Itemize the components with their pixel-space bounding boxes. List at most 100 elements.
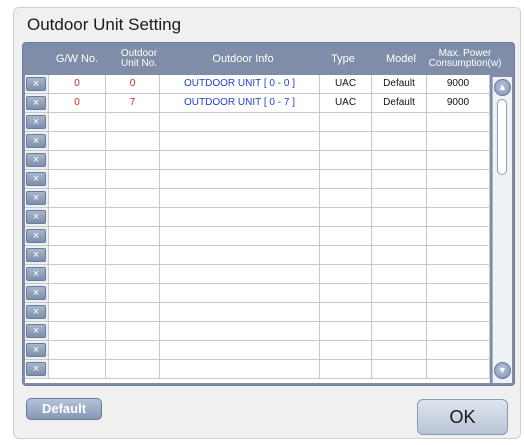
delete-row-button[interactable]: × xyxy=(26,267,46,281)
cell-model xyxy=(372,265,427,283)
delete-row-button[interactable]: × xyxy=(26,210,46,224)
delete-row-button[interactable]: × xyxy=(26,362,46,376)
delete-cell: × xyxy=(25,132,49,150)
cell-outdoor-info xyxy=(160,246,320,264)
cell-outdoor-unit-no xyxy=(106,303,160,321)
chevron-up-icon[interactable]: ▲ xyxy=(494,79,511,96)
cell-gw-no xyxy=(49,208,106,226)
cell-outdoor-unit-no xyxy=(106,265,160,283)
cell-type xyxy=(320,170,372,188)
table-row[interactable]: × xyxy=(25,208,490,227)
delete-cell: × xyxy=(25,227,49,245)
cell-model xyxy=(372,132,427,150)
cell-max-power xyxy=(427,322,490,340)
table-row[interactable]: × xyxy=(25,170,490,189)
close-icon: × xyxy=(32,211,40,223)
table-row[interactable]: × xyxy=(25,151,490,170)
delete-cell: × xyxy=(25,151,49,169)
table-row[interactable]: × xyxy=(25,246,490,265)
delete-cell: × xyxy=(25,303,49,321)
table-row[interactable]: × xyxy=(25,360,490,379)
close-icon: × xyxy=(32,363,40,375)
delete-row-button[interactable]: × xyxy=(26,96,46,110)
delete-cell: × xyxy=(25,284,49,302)
outdoor-unit-table: × 0 0 OUTDOOR UNIT [ 0 - 0 ] UAC Default 9000 ×… xyxy=(25,75,490,383)
cell-gw-no xyxy=(49,189,106,207)
cell-outdoor-unit-no xyxy=(106,208,160,226)
close-icon: × xyxy=(32,306,40,318)
cell-model xyxy=(372,227,427,245)
table-row[interactable]: × xyxy=(25,132,490,151)
scrollbar-thumb[interactable] xyxy=(497,99,507,175)
cell-outdoor-unit-no xyxy=(106,132,160,150)
cell-type xyxy=(320,322,372,340)
delete-row-button[interactable]: × xyxy=(26,153,46,167)
close-icon: × xyxy=(32,230,40,242)
delete-row-button[interactable]: × xyxy=(26,134,46,148)
cell-outdoor-info xyxy=(160,132,320,150)
table-row[interactable]: × xyxy=(25,341,490,360)
cell-outdoor-unit-no xyxy=(106,189,160,207)
cell-gw-no xyxy=(49,284,106,302)
cell-outdoor-info xyxy=(160,322,320,340)
cell-type xyxy=(320,246,372,264)
ok-button[interactable]: OK xyxy=(417,399,508,435)
cell-gw-no: 0 xyxy=(49,94,106,112)
delete-row-button[interactable]: × xyxy=(26,115,46,129)
close-icon: × xyxy=(32,344,40,356)
cell-max-power xyxy=(427,265,490,283)
table-row[interactable]: × 0 0 OUTDOOR UNIT [ 0 - 0 ] UAC Default 9000 xyxy=(25,75,490,94)
delete-row-button[interactable]: × xyxy=(26,324,46,338)
delete-row-button[interactable]: × xyxy=(26,248,46,262)
close-icon: × xyxy=(32,173,40,185)
cell-outdoor-unit-no xyxy=(106,322,160,340)
cell-model xyxy=(372,341,427,359)
cell-model: Default xyxy=(372,94,427,112)
cell-type: UAC xyxy=(320,94,372,112)
cell-max-power xyxy=(427,360,490,378)
delete-cell: × xyxy=(25,265,49,283)
delete-cell: × xyxy=(25,246,49,264)
col-outdoor-info: Outdoor Info xyxy=(212,53,274,65)
cell-outdoor-info xyxy=(160,227,320,245)
cell-max-power xyxy=(427,132,490,150)
cell-max-power xyxy=(427,227,490,245)
delete-row-button[interactable]: × xyxy=(26,77,46,91)
cell-outdoor-unit-no: 0 xyxy=(106,75,160,93)
cell-outdoor-info xyxy=(160,303,320,321)
delete-row-button[interactable]: × xyxy=(26,286,46,300)
table-row[interactable]: × xyxy=(25,189,490,208)
cell-type xyxy=(320,265,372,283)
cell-gw-no xyxy=(49,151,106,169)
delete-row-button[interactable]: × xyxy=(26,305,46,319)
delete-cell: × xyxy=(25,341,49,359)
delete-row-button[interactable]: × xyxy=(26,229,46,243)
cell-max-power xyxy=(427,208,490,226)
table-row[interactable]: × xyxy=(25,113,490,132)
cell-model xyxy=(372,246,427,264)
cell-model xyxy=(372,322,427,340)
table-row[interactable]: × xyxy=(25,265,490,284)
cell-model xyxy=(372,360,427,378)
table-row[interactable]: × xyxy=(25,227,490,246)
default-button[interactable]: Default xyxy=(26,398,102,420)
delete-row-button[interactable]: × xyxy=(26,172,46,186)
cell-gw-no xyxy=(49,265,106,283)
table-row[interactable]: × xyxy=(25,284,490,303)
delete-row-button[interactable]: × xyxy=(26,343,46,357)
table-scrollbar[interactable]: ▲ ▼ xyxy=(492,77,512,383)
cell-gw-no xyxy=(49,303,106,321)
chevron-down-icon[interactable]: ▼ xyxy=(494,362,511,379)
close-icon: × xyxy=(32,287,40,299)
table-row[interactable]: × xyxy=(25,303,490,322)
cell-outdoor-unit-no xyxy=(106,227,160,245)
table-row[interactable]: × xyxy=(25,322,490,341)
cell-outdoor-info xyxy=(160,265,320,283)
delete-row-button[interactable]: × xyxy=(26,191,46,205)
cell-max-power xyxy=(427,113,490,131)
cell-model: Default xyxy=(372,75,427,93)
cell-type xyxy=(320,113,372,131)
table-row[interactable]: × 0 7 OUTDOOR UNIT [ 0 - 7 ] UAC Default 9000 xyxy=(25,94,490,113)
cell-outdoor-info xyxy=(160,151,320,169)
delete-cell: × xyxy=(25,360,49,378)
